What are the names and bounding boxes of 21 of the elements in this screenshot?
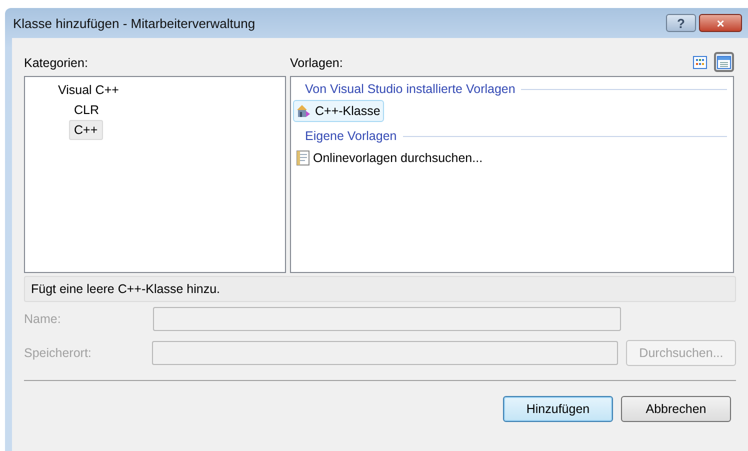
window-title: Klasse hinzufügen - Mitarbeiterverwaltung <box>12 16 256 30</box>
tree-item[interactable]: C++ <box>69 120 103 140</box>
template-item[interactable]: Onlinevorlagen durchsuchen... <box>293 147 487 169</box>
tree-item[interactable]: Visual C++ <box>53 80 124 100</box>
input-field[interactable] <box>152 341 618 365</box>
class-icon <box>296 103 312 119</box>
templates-label: Vorlagen: <box>290 56 343 72</box>
categories-label: Kategorien: <box>24 56 88 72</box>
dialog-button[interactable]: Abbrechen <box>621 396 731 422</box>
help-button[interactable]: ? <box>666 14 696 32</box>
group-header: Eigene Vorlagen <box>305 129 397 143</box>
field-label: Name: <box>24 312 62 326</box>
document-icon <box>296 150 310 166</box>
field-label: Speicherort: <box>24 346 92 360</box>
template-item[interactable]: C++-Klasse <box>293 100 384 122</box>
description-bar: Fügt eine leere C++-Klasse hinzu. <box>24 276 736 302</box>
dialog-button[interactable]: Hinzufügen <box>503 396 613 422</box>
tree-item[interactable]: CLR <box>69 100 104 120</box>
input-field[interactable] <box>153 307 621 331</box>
group-header: Von Visual Studio installierte Vorlagen <box>305 82 516 96</box>
list-view-button[interactable] <box>714 52 734 72</box>
